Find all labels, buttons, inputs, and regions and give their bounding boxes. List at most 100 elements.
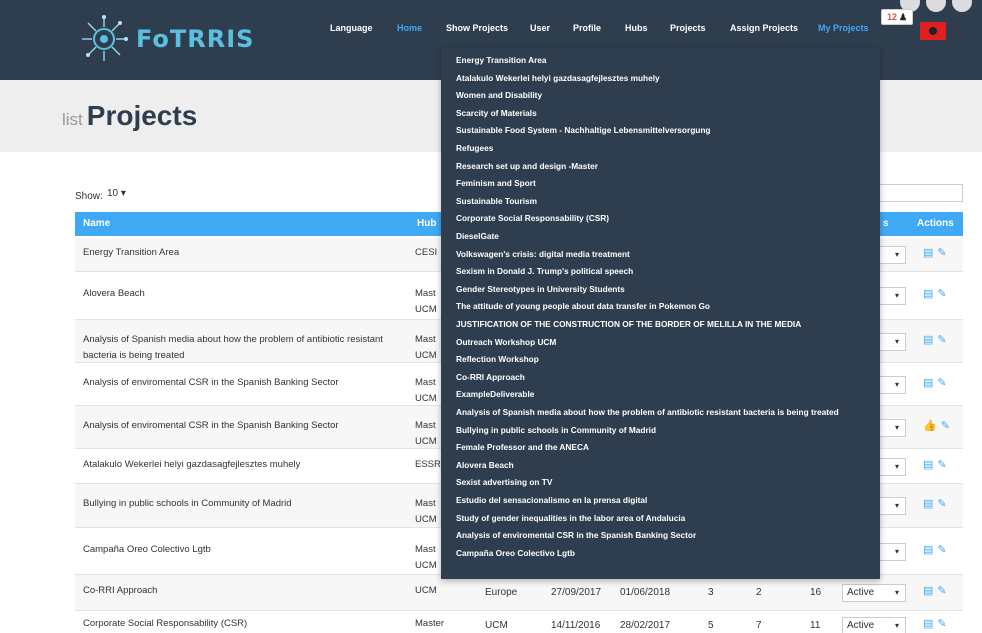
col-header-name[interactable]: Name bbox=[83, 218, 110, 229]
project-hub: UCM bbox=[415, 585, 437, 596]
nav-item-hubs[interactable]: Hubs bbox=[625, 23, 648, 33]
dropdown-item[interactable]: Refugees bbox=[456, 143, 493, 153]
project-hub: Master bbox=[415, 618, 445, 629]
dropdown-item[interactable]: Campaña Oreo Colectivo Lgtb bbox=[456, 548, 575, 558]
dropdown-item[interactable]: Feminism and Sport bbox=[456, 178, 536, 188]
logo-icon bbox=[82, 15, 128, 61]
dropdown-item[interactable]: Atalakulo Wekerlei helyi gazdasagfejlesz… bbox=[456, 73, 660, 83]
pencil-icon[interactable]: ✎ bbox=[937, 246, 946, 259]
pencil-icon[interactable]: ✎ bbox=[937, 584, 946, 597]
status-select[interactable]: Active ▾ bbox=[842, 584, 906, 602]
project-name[interactable]: Corporate Social Responsability (CSR) bbox=[83, 616, 403, 632]
dropdown-item[interactable]: Energy Transition Area bbox=[456, 55, 547, 65]
dropdown-item[interactable]: Reflection Workshop bbox=[456, 354, 539, 364]
project-name[interactable]: Analysis of Spanish media about how the … bbox=[83, 332, 403, 364]
caret-down-icon: ▾ bbox=[894, 546, 899, 556]
trash-icon[interactable]: ▤ bbox=[923, 246, 933, 259]
notification-badge[interactable]: 12 ♟ bbox=[881, 9, 913, 25]
cell-b: 2 bbox=[756, 587, 762, 598]
trash-icon[interactable]: ▤ bbox=[923, 287, 933, 300]
pencil-icon[interactable]: ✎ bbox=[941, 419, 950, 432]
project-name[interactable]: Alovera Beach bbox=[83, 286, 403, 302]
trash-icon[interactable]: ▤ bbox=[923, 376, 933, 389]
row-actions: ▤ ✎ bbox=[923, 458, 947, 471]
project-name[interactable]: Energy Transition Area bbox=[83, 245, 403, 261]
logo[interactable]: FoTRRIS bbox=[78, 14, 254, 64]
cell-col3: UCM bbox=[485, 620, 508, 631]
dropdown-item[interactable]: Co-RRI Approach bbox=[456, 372, 525, 382]
cell-start: 14/11/2016 bbox=[551, 620, 601, 631]
pencil-icon[interactable]: ✎ bbox=[937, 617, 946, 630]
caret-down-icon: ▾ bbox=[894, 422, 899, 432]
nav-item-profile[interactable]: Profile bbox=[573, 23, 601, 33]
dropdown-item[interactable]: Sustainable Food System - Nachhaltige Le… bbox=[456, 125, 711, 135]
dropdown-item[interactable]: Analysis of Spanish media about how the … bbox=[456, 407, 839, 417]
my-projects-dropdown: Energy Transition Area Atalakulo Wekerlei… bbox=[441, 47, 880, 579]
dropdown-item[interactable]: Analysis of enviromental CSR in the Span… bbox=[456, 530, 696, 540]
project-name[interactable]: Campaña Oreo Colectivo Lgtb bbox=[83, 542, 403, 558]
pencil-icon[interactable]: ✎ bbox=[937, 376, 946, 389]
trash-icon[interactable]: ▤ bbox=[923, 617, 933, 630]
col-header-hub[interactable]: Hub bbox=[417, 218, 436, 229]
trash-icon[interactable]: ▤ bbox=[923, 584, 933, 597]
dropdown-item[interactable]: Sustainable Tourism bbox=[456, 196, 537, 206]
dropdown-item[interactable]: Outreach Workshop UCM bbox=[456, 337, 556, 347]
dropdown-item[interactable]: Research set up and design -Master bbox=[456, 161, 598, 171]
trash-icon[interactable]: ▤ bbox=[923, 543, 933, 556]
nav-item-show-projects[interactable]: Show Projects bbox=[446, 23, 508, 33]
show-entries-select[interactable]: 10 ▾ bbox=[107, 188, 126, 199]
caret-down-icon: ▾ bbox=[120, 188, 126, 199]
dropdown-item[interactable]: Women and Disability bbox=[456, 90, 542, 100]
cell-col3: Europe bbox=[485, 587, 518, 598]
show-label: Show: bbox=[75, 191, 103, 202]
pencil-icon[interactable]: ✎ bbox=[937, 497, 946, 510]
caret-down-icon: ▾ bbox=[894, 379, 899, 389]
trash-icon[interactable]: ▤ bbox=[923, 458, 933, 471]
dropdown-item[interactable]: Volkswagen's crisis: digital media treat… bbox=[456, 249, 630, 259]
status-select[interactable]: Active ▾ bbox=[842, 617, 906, 633]
nav-item-my-projects[interactable]: My Projects bbox=[818, 23, 869, 33]
page-title-main: Projects bbox=[86, 100, 198, 131]
dropdown-item[interactable]: DieselGate bbox=[456, 231, 499, 241]
row-actions: ▤ ✎ bbox=[923, 584, 947, 597]
language-flag-icon[interactable] bbox=[920, 22, 946, 40]
project-name[interactable]: Co-RRI Approach bbox=[83, 583, 403, 599]
nav-item-language[interactable]: Language bbox=[330, 23, 373, 33]
dropdown-item[interactable]: JUSTIFICATION OF THE CONSTRUCTION OF THE… bbox=[456, 319, 801, 329]
caret-down-icon: ▾ bbox=[894, 291, 899, 300]
caret-down-icon: ▾ bbox=[894, 461, 899, 471]
dropdown-item[interactable]: Gender Stereotypes in University Student… bbox=[456, 284, 625, 294]
table-row: Corporate Social Responsability (CSR) Mas… bbox=[75, 611, 963, 633]
project-name[interactable]: Analysis of enviromental CSR in the Span… bbox=[83, 418, 403, 434]
dropdown-item[interactable]: Sexism in Donald J. Trump's political sp… bbox=[456, 266, 633, 276]
dropdown-item[interactable]: The attitude of young people about data … bbox=[456, 301, 710, 311]
thumbs-up-icon[interactable]: 👍 bbox=[923, 419, 937, 432]
nav-item-assign-projects[interactable]: Assign Projects bbox=[730, 23, 798, 33]
caret-down-icon: ▾ bbox=[894, 588, 899, 597]
dropdown-item[interactable]: ExampleDeliverable bbox=[456, 389, 534, 399]
nav-item-projects[interactable]: Projects bbox=[670, 23, 706, 33]
pencil-icon[interactable]: ✎ bbox=[937, 458, 946, 471]
project-name[interactable]: Bullying in public schools in Community … bbox=[83, 496, 403, 512]
pencil-icon[interactable]: ✎ bbox=[937, 543, 946, 556]
trash-icon[interactable]: ▤ bbox=[923, 333, 933, 346]
dropdown-item[interactable]: Study of gender inequalities in the labo… bbox=[456, 513, 685, 523]
dropdown-item[interactable]: Alovera Beach bbox=[456, 460, 514, 470]
trash-icon[interactable]: ▤ bbox=[923, 497, 933, 510]
cell-end: 01/06/2018 bbox=[620, 587, 671, 598]
project-name[interactable]: Analysis of enviromental CSR in the Span… bbox=[83, 375, 403, 391]
dropdown-item[interactable]: Estudio del sensacionalismo en la prensa… bbox=[456, 495, 647, 505]
dropdown-item[interactable]: Bullying in public schools in Community … bbox=[456, 425, 656, 435]
pencil-icon[interactable]: ✎ bbox=[937, 287, 946, 300]
dropdown-item[interactable]: Corporate Social Responsability (CSR) bbox=[456, 213, 609, 223]
nav-item-home[interactable]: Home bbox=[397, 23, 422, 33]
row-actions: ▤ ✎ bbox=[923, 333, 947, 346]
dropdown-item[interactable]: Scarcity of Materials bbox=[456, 108, 537, 118]
dropdown-item[interactable]: Female Professor and the ANECA bbox=[456, 442, 589, 452]
cell-start: 27/09/2017 bbox=[551, 587, 602, 598]
col-header-status[interactable]: s bbox=[883, 218, 889, 229]
dropdown-item[interactable]: Sexist advertising on TV bbox=[456, 477, 552, 487]
pencil-icon[interactable]: ✎ bbox=[937, 333, 946, 346]
nav-item-user[interactable]: User bbox=[530, 23, 550, 33]
project-name[interactable]: Atalakulo Wekerlei helyi gazdasagfejlesz… bbox=[83, 457, 403, 473]
